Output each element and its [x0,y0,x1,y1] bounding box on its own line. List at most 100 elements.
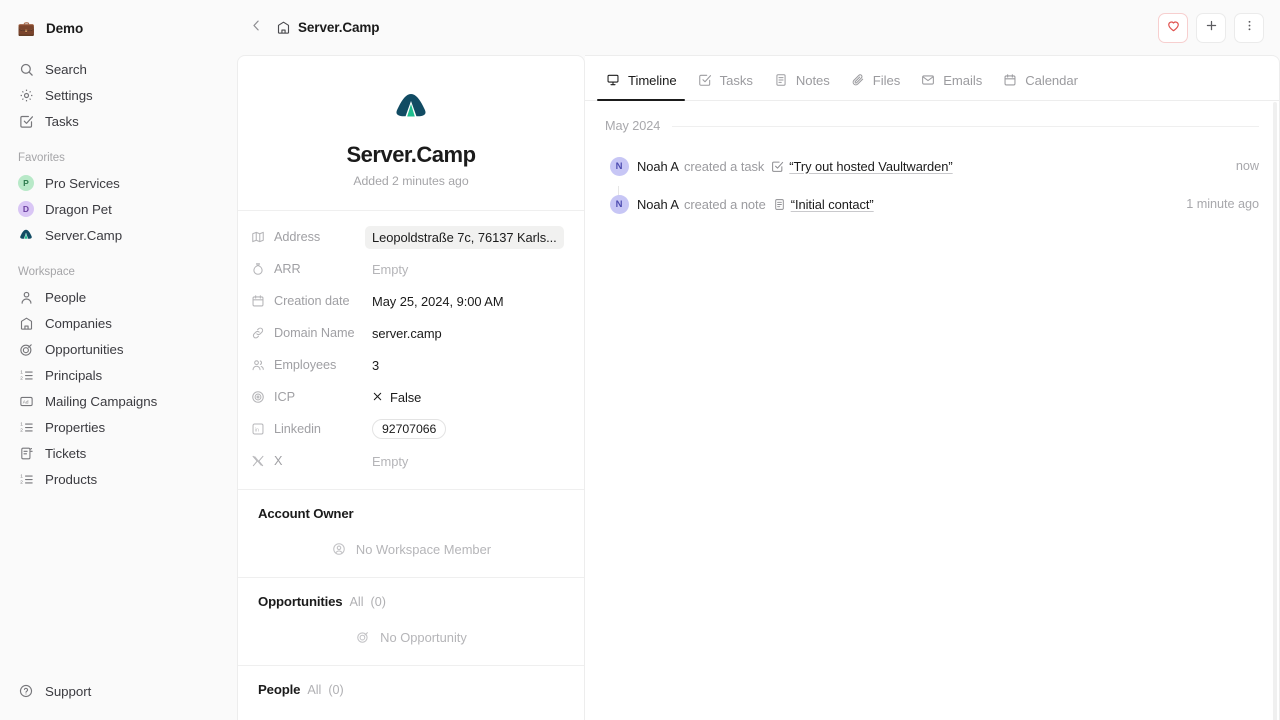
tab-emails[interactable]: Emails [912,65,990,96]
nav-label-search: Search [45,61,87,77]
nav-item-search[interactable]: Search [12,56,225,82]
empty-state-label: No Workspace Member [355,541,492,557]
timeline-event-text: Noah A created a note “Initial contact” [637,197,1174,212]
favorite-button[interactable] [1158,12,1188,43]
sidebar: 💼 Demo Search Settings Tasks Favorites P… [0,0,237,720]
tab-timeline[interactable]: Timeline [597,65,685,101]
section-header: Opportunities All (0) [258,594,564,609]
field-value-icp[interactable]: False [365,386,428,409]
sidebar-item-people[interactable]: People [12,284,225,310]
field-list: Address Leopoldstraße 7c, 76137 Karls...… [238,211,584,489]
field-label: Creation date [274,294,350,308]
section-filter-label[interactable]: All [350,595,364,609]
timeline-event[interactable]: N Noah A created a note “Initial contact… [601,185,1259,223]
more-options-button[interactable] [1234,12,1264,43]
ad-icon: Ad [18,393,34,409]
timeline-event-verb: created a note [683,196,766,212]
person-icon [18,289,34,305]
favorite-item-dragon-pet[interactable]: D Dragon Pet [12,196,225,222]
sidebar-item-products[interactable]: 12 Products [12,466,225,492]
envelope-icon [920,72,936,88]
favorite-label-server-camp: Server.Camp [45,227,123,243]
timeline-event-actor: Noah A [637,196,679,212]
sidebar-item-opportunities[interactable]: Opportunities [12,336,225,362]
empty-state-label: No Opportunity [380,629,467,645]
breadcrumb[interactable]: Server.Camp [269,17,385,39]
nav-label-tasks: Tasks [45,113,79,129]
sidebar-label-properties: Properties [45,419,106,435]
scrollbar[interactable] [1273,102,1277,720]
back-button[interactable] [243,15,269,41]
field-value-x[interactable]: Empty [365,450,415,473]
field-label: Employees [274,358,337,372]
chevron-left-icon [249,18,264,38]
timeline-event[interactable]: N Noah A created a task “Try out hosted … [601,147,1259,204]
body-area: Server.Camp Added 2 minutes ago Address … [237,55,1280,720]
divider [672,125,1259,127]
tab-tasks[interactable]: Tasks [689,65,761,96]
record-header: Server.Camp Added 2 minutes ago [238,56,584,210]
x-icon [250,453,266,469]
section-filter-label[interactable]: All [307,683,321,697]
tab-calendar[interactable]: Calendar [994,65,1086,96]
svg-text:2: 2 [20,375,23,380]
record-panel: Server.Camp Added 2 minutes ago Address … [237,55,585,720]
calendar-icon [250,293,266,309]
timeline-avatar-wrap: N [601,194,637,214]
close-icon [372,390,383,405]
sidebar-item-principals[interactable]: 12 Principals [12,362,225,388]
tab-notes[interactable]: Notes [765,65,838,96]
tab-label-emails: Emails [943,72,983,88]
favorite-item-pro-services[interactable]: P Pro Services [12,170,225,196]
nav-item-settings[interactable]: Settings [12,82,225,108]
empty-state-account-owner[interactable]: No Workspace Member [258,521,564,559]
field-value-linkedin[interactable]: 92707066 [365,415,453,443]
support-label: Support [45,683,92,699]
section-title: Account Owner [258,506,354,521]
timeline-event-object-link: “Try out hosted Vaultwarden” [789,158,953,174]
numbered-list-icon: 12 [18,471,34,487]
sidebar-item-properties[interactable]: 12 Properties [12,414,225,440]
section-title: Opportunities [258,594,343,609]
workspace-name: Demo [46,20,84,36]
field-value-address[interactable]: Leopoldstraße 7c, 76137 Karls... [365,225,564,249]
record-added-time: Added 2 minutes ago [353,174,469,188]
timeline-event-object[interactable]: “Initial contact” [791,197,874,212]
favorite-item-server-camp[interactable]: Server.Camp [12,222,225,248]
target-icon [18,341,34,357]
field-arr: ARR Empty [250,253,572,285]
nav-item-tasks[interactable]: Tasks [12,108,225,134]
field-value-creation-date[interactable]: May 25, 2024, 9:00 AM [365,290,511,313]
dots-vertical-icon [1242,18,1257,38]
field-value-arr[interactable]: Empty [365,258,415,281]
gear-icon [18,87,34,103]
field-value-domain-name[interactable]: server.camp [365,322,449,345]
field-x: X Empty [250,445,572,477]
target-icon [250,389,266,405]
timeline-event-object[interactable]: “Try out hosted Vaultwarden” [789,159,952,174]
sidebar-item-companies[interactable]: Companies [12,310,225,336]
help-circle-icon [18,683,34,699]
workspace-selector[interactable]: 💼 Demo [12,14,225,42]
tab-files[interactable]: Files [842,65,908,96]
section-header: People All (0) [258,682,564,697]
sidebar-item-mailing-campaigns[interactable]: Ad Mailing Campaigns [12,388,225,414]
empty-state-opportunities[interactable]: No Opportunity [258,609,564,647]
favorite-label-dragon-pet: Dragon Pet [45,201,112,217]
timeline-month-label: May 2024 [605,119,661,133]
topbar-actions [1158,12,1264,43]
monitor-icon [605,72,621,88]
status-badge: 92707066 [372,419,447,439]
field-employees: Employees 3 [250,349,572,381]
timeline-panel: Timeline Tasks Notes Files Emails Calend… [585,55,1280,720]
field-key: X [250,453,366,469]
support-button[interactable]: Support [12,678,97,704]
field-value-employees[interactable]: 3 [365,354,386,377]
sidebar-item-tickets[interactable]: Tickets [12,440,225,466]
section-people: People All (0) [238,666,584,697]
add-button[interactable] [1196,12,1226,43]
field-label: Domain Name [274,326,355,340]
map-icon [250,229,266,245]
field-label: Address [274,230,321,244]
target-icon [355,629,371,645]
